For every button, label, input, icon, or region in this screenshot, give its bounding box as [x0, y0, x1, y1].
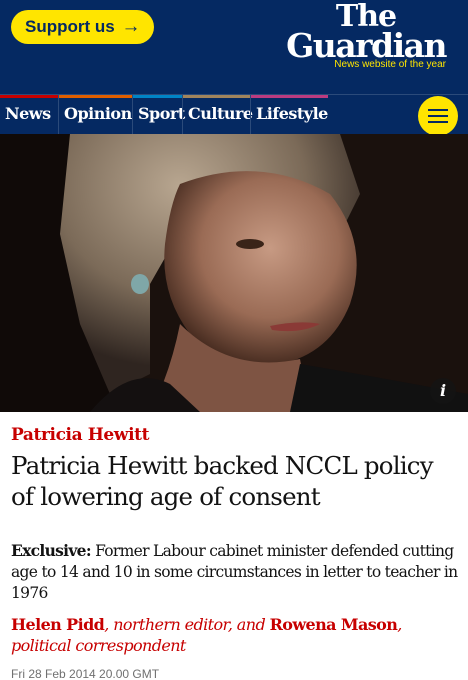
hamburger-menu-icon[interactable]	[418, 96, 458, 136]
nav-item-lifestyle[interactable]: Lifestyle	[250, 95, 328, 135]
nav-bar-news	[0, 95, 58, 98]
guardian-logo[interactable]: The Guardian News website of the year	[286, 2, 447, 71]
nav-item-label: Sport	[138, 104, 185, 123]
byline-author-1[interactable]: Helen Pidd	[11, 615, 105, 634]
hero-photo	[0, 134, 468, 412]
article-headline: Patricia Hewitt backed NCCL policy of lo…	[11, 451, 434, 511]
article-kicker[interactable]: Patricia Hewitt	[11, 425, 149, 445]
image-info-icon[interactable]: i	[430, 378, 456, 404]
article-date: Fri 28 Feb 2014 20.00 GMT	[11, 667, 160, 680]
portrait-illustration	[0, 134, 468, 412]
nav-bar-sport	[133, 95, 182, 98]
nav-item-label: News	[5, 104, 51, 123]
support-us-button[interactable]: Support us →	[11, 10, 154, 44]
nav-bar-culture	[183, 95, 250, 98]
nav-bar-opinion	[59, 95, 132, 98]
masthead: Support us → The Guardian News website o…	[0, 0, 468, 96]
byline-author-2[interactable]: Rowena Mason	[270, 615, 398, 634]
article-standfirst: Exclusive: Former Labour cabinet ministe…	[11, 540, 459, 604]
nav-item-opinion[interactable]: Opinion	[58, 95, 132, 135]
support-us-label: Support us	[25, 17, 115, 36]
nav-item-culture[interactable]: Culture	[182, 95, 253, 135]
nav-bar-lifestyle	[251, 95, 328, 98]
arrow-right-icon: →	[121, 16, 141, 37]
pillar-nav: News Opinion Sport Culture Lifestyle	[0, 94, 468, 135]
nav-item-sport[interactable]: Sport	[132, 95, 185, 135]
article-byline: Helen Pidd, northern editor, and Rowena …	[11, 614, 459, 656]
logo-guardian: Guardian	[286, 26, 447, 65]
byline-role-1: , northern editor, and	[104, 615, 270, 634]
nav-item-label: Lifestyle	[256, 104, 328, 123]
nav-item-label: Opinion	[64, 104, 132, 123]
standfirst-exclusive-label: Exclusive:	[11, 541, 92, 560]
nav-item-label: Culture	[188, 104, 253, 123]
nav-item-news[interactable]: News	[0, 95, 58, 135]
